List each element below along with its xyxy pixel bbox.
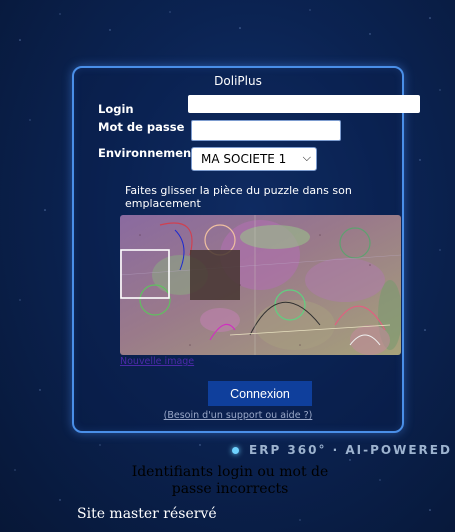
error-message: Identifiants login ou mot de passe incor… <box>131 464 329 497</box>
login-label: Login <box>98 102 134 116</box>
environment-select[interactable]: MA SOCIETE 1 ⌵ <box>191 147 317 171</box>
login-input[interactable] <box>188 95 420 113</box>
password-input[interactable] <box>191 120 341 141</box>
app-title: DoliPlus <box>214 74 262 88</box>
help-link[interactable]: (Besoin d'un support ou aide ?) <box>74 410 402 421</box>
erp-tagline: ERP 360° · AI-POWERED <box>232 443 452 457</box>
site-master-notice: Site master réservé <box>77 506 217 522</box>
connexion-button[interactable]: Connexion <box>208 381 312 406</box>
erp-tagline-text: ERP 360° · AI-POWERED <box>249 443 452 457</box>
puzzle-hint: Faites glisser la pièce du puzzle dans s… <box>125 184 352 210</box>
puzzle-background-image <box>120 215 401 355</box>
glow-dot-icon <box>232 446 239 454</box>
password-label: Mot de passe <box>98 120 185 134</box>
new-image-link[interactable]: Nouvelle image <box>120 356 194 367</box>
captcha-puzzle[interactable] <box>120 215 401 355</box>
environment-selected-value: MA SOCIETE 1 <box>201 152 287 166</box>
chevron-down-icon: ⌵ <box>302 151 311 164</box>
environment-label: Environnement <box>98 146 197 160</box>
puzzle-target-slot <box>190 250 240 300</box>
login-panel: DoliPlus Login Mot de passe Environnemen… <box>72 66 420 433</box>
